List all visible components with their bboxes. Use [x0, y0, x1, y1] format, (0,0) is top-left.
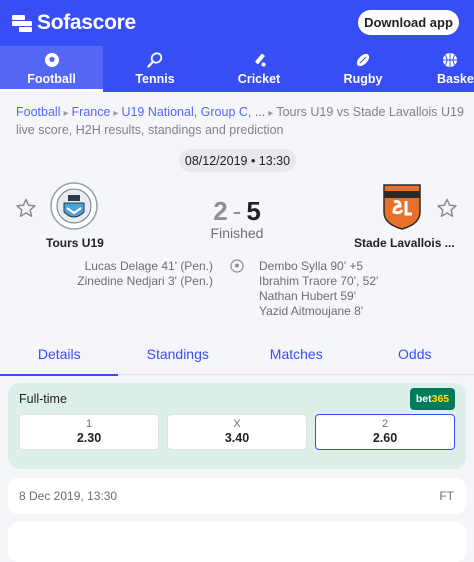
tab-football[interactable]: Football — [0, 46, 103, 92]
sport-tabs: Football Tennis Cricket Rugby Basket — [0, 46, 474, 92]
provider-suffix: 365 — [432, 393, 450, 405]
sofascore-logo[interactable]: Sofascore — [12, 11, 136, 35]
football-goal-icon — [230, 259, 244, 273]
odds-draw-button[interactable]: X 3.40 — [167, 414, 307, 450]
tab-standings[interactable]: Standings — [119, 333, 238, 375]
scorer: Nathan Hubert 59' — [259, 289, 378, 304]
detail-tabs: Details Standings Matches Odds — [0, 333, 474, 375]
scorer: Yazid Aitmoujane 8' — [259, 304, 378, 319]
odds-value: 2.30 — [20, 431, 158, 445]
odds-value: 3.40 — [168, 431, 306, 445]
next-card — [8, 522, 466, 562]
odds-home-button[interactable]: 1 2.30 — [19, 414, 159, 450]
bet365-logo[interactable]: bet365 — [410, 388, 455, 410]
stade-lavallois-logo[interactable] — [378, 182, 426, 230]
tab-label: Cricket — [238, 72, 280, 86]
breadcrumb: Football▸France▸U19 National, Group C, .… — [16, 104, 466, 139]
cricket-icon — [251, 52, 267, 68]
tab-basketball[interactable]: Basket — [415, 46, 474, 92]
match-info-date: 8 Dec 2019, 13:30 — [19, 489, 117, 503]
tab-label: Rugby — [344, 72, 383, 86]
tab-matches[interactable]: Matches — [237, 333, 356, 375]
odds-away-button[interactable]: 2 2.60 — [315, 414, 455, 450]
rugby-icon — [355, 52, 371, 68]
top-bar: Sofascore Download app Football Tennis C… — [0, 0, 474, 92]
tab-odds[interactable]: Odds — [356, 333, 474, 375]
match-info-card: 8 Dec 2019, 13:30 FT — [8, 478, 466, 514]
tab-tennis[interactable]: Tennis — [103, 46, 207, 92]
chevron-right-icon: ▸ — [113, 108, 118, 119]
scorer: Dembo Sylla 90' +5 — [259, 259, 378, 274]
chevron-right-icon: ▸ — [268, 108, 273, 119]
match-datetime: 08/12/2019 • 13:30 — [179, 149, 296, 172]
tab-label: Football — [27, 72, 76, 86]
scorer: Zinedine Nedjari 3' (Pen.) — [77, 274, 213, 289]
tab-details[interactable]: Details — [0, 333, 119, 375]
odds-label: X — [168, 418, 306, 430]
odds-title: Full-time — [19, 392, 67, 406]
basketball-icon — [442, 52, 458, 68]
logo-icon — [12, 13, 32, 33]
page-subtitle: live score, H2H results, standings and p… — [16, 122, 466, 139]
match-status: Finished — [190, 225, 284, 241]
home-team-name[interactable]: Tours U19 — [46, 236, 104, 250]
favorite-away-star-icon[interactable] — [436, 197, 458, 219]
away-scorers: Dembo Sylla 90' +5 Ibrahim Traore 70', 5… — [259, 259, 378, 319]
breadcrumb-france[interactable]: France — [72, 105, 111, 119]
away-score: 5 — [246, 196, 260, 226]
tab-label: Basket — [437, 72, 474, 86]
tennis-icon — [147, 52, 163, 68]
home-scorers: Lucas Delage 41' (Pen.) Zinedine Nedjari… — [77, 259, 213, 289]
tab-cricket[interactable]: Cricket — [207, 46, 311, 92]
odds-card: Full-time bet365 1 2.30 X 3.40 2 2.60 — [8, 383, 466, 469]
breadcrumb-football[interactable]: Football — [16, 105, 60, 119]
score-separator: - — [233, 196, 242, 226]
logo-text: Sofascore — [37, 11, 136, 35]
breadcrumb-tournament[interactable]: U19 National, Group C, ... — [121, 105, 265, 119]
favorite-home-star-icon[interactable] — [15, 197, 37, 219]
match-info-status: FT — [439, 489, 454, 503]
odds-label: 1 — [20, 418, 158, 430]
provider-prefix: bet — [416, 393, 432, 405]
tab-rugby[interactable]: Rugby — [311, 46, 415, 92]
odds-label: 2 — [316, 418, 454, 430]
match-score: 2-5 — [200, 196, 274, 227]
home-score: 2 — [213, 196, 227, 226]
chevron-right-icon: ▸ — [63, 108, 68, 119]
download-app-button[interactable]: Download app — [358, 10, 459, 35]
odds-value: 2.60 — [316, 431, 454, 445]
scorer: Lucas Delage 41' (Pen.) — [77, 259, 213, 274]
tours-u19-logo[interactable] — [50, 182, 98, 230]
away-team-name[interactable]: Stade Lavallois ... — [354, 236, 455, 250]
breadcrumb-current: Tours U19 vs Stade Lavallois U19 — [276, 105, 464, 119]
scorer: Ibrahim Traore 70', 52' — [259, 274, 378, 289]
tab-label: Tennis — [135, 72, 174, 86]
football-icon — [44, 52, 60, 68]
